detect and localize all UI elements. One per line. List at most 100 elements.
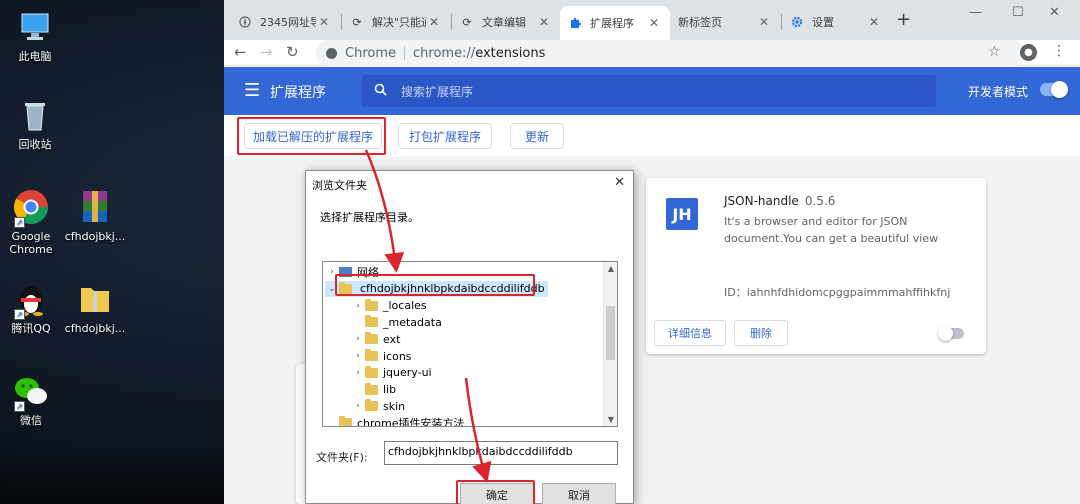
tab-extensions[interactable]: 扩展程序 ✕ (560, 6, 670, 40)
tab-2345[interactable]: 2345网址导 ✕ (230, 8, 340, 36)
desktop-icon-recycle-bin[interactable]: 回收站 (0, 96, 70, 151)
close-icon[interactable]: ✕ (756, 15, 772, 29)
tree-row[interactable]: › icons (351, 348, 412, 364)
desktop-icon-label: 腾讯QQ (11, 322, 51, 335)
folder-path-input[interactable]: cfhdojbkjhnklbpkdaibdccddilifddb (384, 441, 618, 465)
tree-row-label: 网络 (357, 266, 379, 279)
back-arrow-icon[interactable]: ← (234, 43, 247, 61)
forward-arrow-icon[interactable]: → (260, 43, 273, 61)
bookmark-star-icon[interactable]: ☆ (988, 44, 1001, 60)
scrollbar-thumb[interactable] (606, 306, 615, 360)
desktop-icon-archive[interactable]: cfhdojbkj... (60, 188, 130, 243)
address-bar[interactable]: Chrome chrome://extensions (316, 40, 1026, 66)
expand-arrow-icon[interactable]: › (351, 301, 365, 311)
tree-row-label: skin (383, 399, 406, 413)
close-icon[interactable]: ✕ (316, 15, 332, 29)
tree-row[interactable]: ⌄ cfhdojbkjhnklbpkdaibdccddilifddb (325, 280, 548, 297)
close-icon[interactable]: ✕ (646, 16, 662, 30)
gear-icon (790, 15, 804, 29)
shortcut-arrow-icon: ↗ (14, 217, 25, 228)
extension-enable-toggle[interactable] (938, 326, 964, 341)
developer-mode-toggle[interactable] (1040, 81, 1068, 98)
close-icon[interactable]: ✕ (426, 15, 442, 29)
account-avatar-icon[interactable]: ● (1020, 44, 1037, 61)
page-icon: ⟳ (462, 15, 472, 29)
folder-icon (365, 382, 378, 395)
folder-icon (365, 399, 378, 412)
hamburger-menu-icon[interactable]: ☰ (244, 80, 260, 101)
extensions-search-input[interactable]: 搜索扩展程序 (362, 75, 936, 107)
folder-icon (339, 416, 352, 426)
desktop-icon-folder[interactable]: cfhdojbkj... (60, 280, 130, 335)
new-tab-plus-icon[interactable]: + (896, 9, 911, 30)
expand-arrow-icon[interactable]: › (351, 401, 365, 411)
ok-button[interactable]: 确定 (460, 483, 534, 504)
omnibox-chip: Chrome (345, 45, 396, 61)
desktop-icon-this-pc[interactable]: 此电脑 (0, 8, 70, 63)
tree-row-label: _locales (383, 299, 427, 313)
tree-row[interactable]: chrome插件安装方法 (325, 415, 465, 427)
close-icon[interactable]: ✕ (866, 15, 882, 29)
desktop-icon-wechat[interactable]: ↗ 微信 (0, 372, 66, 427)
tree-row[interactable]: › _locales (351, 298, 427, 314)
tab-label: 新标签页 (678, 16, 722, 29)
expand-arrow-icon[interactable]: › (351, 368, 365, 378)
tree-row[interactable]: › ext (351, 331, 400, 347)
tab-settings[interactable]: 设置 ✕ (782, 8, 890, 36)
dialog-title: 浏览文件夹 (312, 179, 367, 192)
tree-row-label: lib (383, 383, 397, 397)
tab-article[interactable]: ⟳ 解决"只能通 ✕ (342, 8, 450, 36)
tab-label: 文章编辑 (482, 16, 526, 29)
folder-field-label: 文件夹(F): (316, 451, 368, 464)
scroll-up-icon[interactable]: ▲ (604, 264, 617, 273)
scroll-down-icon[interactable]: ▼ (604, 415, 617, 424)
details-button[interactable]: 详细信息 (654, 320, 726, 346)
search-icon (374, 83, 387, 99)
wechat-icon: ↗ (12, 372, 50, 412)
expand-arrow-icon[interactable]: ⌄ (325, 284, 339, 294)
chrome-icon: ↗ (12, 188, 50, 228)
tree-row[interactable]: › jquery-ui (351, 365, 432, 381)
tab-strip: 2345网址导 ✕ ⟳ 解决"只能通 ✕ ⟳ 文章编辑 ✕ 扩展程序 ✕ 新标签… (224, 0, 1080, 40)
menu-kebab-icon[interactable]: ⋮ (1052, 43, 1066, 59)
maximize-icon[interactable]: ☐ (1012, 5, 1024, 20)
folder-icon (365, 349, 378, 361)
close-icon[interactable]: ✕ (536, 15, 552, 29)
folder-icon (365, 298, 378, 311)
tree-row[interactable]: lib (351, 382, 396, 398)
desktop-icon-label: cfhdojbkj... (64, 322, 126, 335)
shortcut-arrow-icon: ↗ (14, 309, 25, 320)
desktop-icon-qq[interactable]: ↗ 腾讯QQ (0, 280, 66, 335)
tab-editor[interactable]: ⟳ 文章编辑 ✕ (452, 8, 560, 36)
load-unpacked-button[interactable]: 加载已解压的扩展程序 (244, 123, 382, 149)
folder-tree[interactable]: › 网络 ⌄ cfhdojbkjhnklbpkdaibdccddilifddb › _lo… (322, 261, 618, 427)
tree-row[interactable]: _metadata (351, 314, 442, 330)
zip-folder-icon (76, 280, 114, 318)
page-title: 扩展程序 (270, 85, 326, 101)
tree-row-label: chrome插件安装方法 (357, 417, 465, 427)
desktop-icon-label: 此电脑 (18, 50, 52, 63)
extension-id: ID：iahnhfdhidomcpggpaimmmahffihkfnj (724, 286, 951, 299)
tab-label: 解决"只能通 (372, 16, 426, 29)
dialog-close-icon[interactable]: ✕ (614, 175, 625, 190)
tree-scrollbar[interactable]: ▲ ▼ (603, 262, 617, 426)
expand-arrow-icon[interactable]: › (351, 334, 365, 344)
browse-folder-dialog: 浏览文件夹 ✕ 选择扩展程序目录。 › 网络 ⌄ cfhdojbkjhnklbpkda… (305, 170, 634, 504)
winrar-archive-icon (76, 188, 114, 226)
cancel-button[interactable]: 取消 (542, 483, 616, 504)
minimize-icon[interactable]: — (969, 5, 982, 20)
expand-arrow-icon[interactable]: › (325, 267, 339, 277)
expand-arrow-icon[interactable]: › (351, 351, 365, 361)
desktop-icon-google-chrome[interactable]: ↗ Google Chrome (0, 188, 66, 256)
tab-new-tab[interactable]: 新标签页 ✕ (670, 8, 780, 36)
reload-icon[interactable]: ↻ (286, 43, 299, 61)
tree-row[interactable]: › skin (351, 398, 405, 414)
remove-button[interactable]: 删除 (734, 320, 788, 346)
pack-extension-button[interactable]: 打包扩展程序 (398, 123, 492, 149)
wallpaper-horizon (0, 444, 224, 504)
desktop-icon-label: 微信 (20, 414, 42, 427)
window-close-icon[interactable]: ✕ (1049, 5, 1060, 20)
tree-row[interactable]: › 网络 (325, 264, 379, 280)
update-button[interactable]: 更新 (510, 123, 564, 149)
shortcut-arrow-icon: ↗ (14, 401, 25, 412)
